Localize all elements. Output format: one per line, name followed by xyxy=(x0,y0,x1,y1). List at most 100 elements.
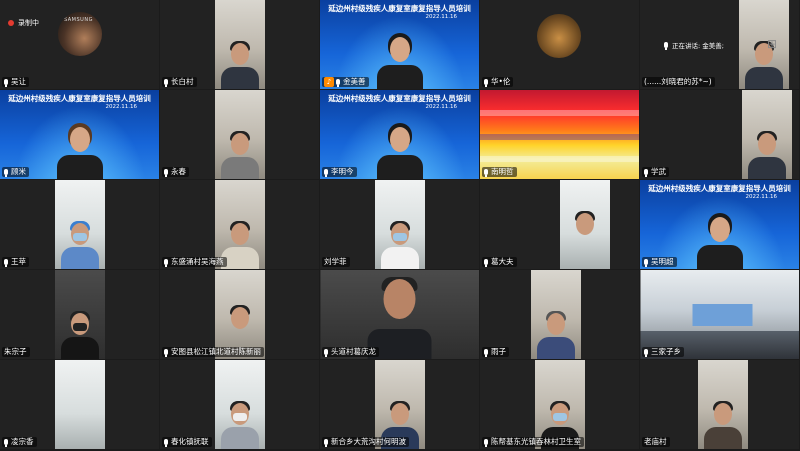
microphone-icon xyxy=(324,169,328,177)
participant-name: 南明哲 xyxy=(491,167,514,176)
participant-tile[interactable]: 朱宗子 xyxy=(0,270,159,359)
recording-indicator: 录制中 xyxy=(8,18,39,28)
participant-name-label: 雨子 xyxy=(482,347,509,357)
gallery-layout-icon[interactable]: ⊞ xyxy=(767,37,777,51)
participant-tile[interactable]: 安图县松江镇北道村陈新丽 xyxy=(160,270,319,359)
microphone-icon xyxy=(4,169,8,177)
participant-tile[interactable]: 雨子 xyxy=(480,270,639,359)
participant-tile[interactable]: 延边州村级残疾人康复室康复指导人员培训 2022.11.16 吴明超 xyxy=(640,180,799,269)
participant-name: 学武 xyxy=(651,167,666,176)
record-dot-icon xyxy=(8,20,14,26)
participant-figure xyxy=(703,401,742,449)
participant-figure xyxy=(220,41,259,89)
participant-name-label: 李明今 xyxy=(322,167,357,177)
participant-tile[interactable]: 正在讲话: 金美善; ⊞ (......刘晓君的苏*~) xyxy=(640,0,799,89)
participant-tile[interactable]: 凌宗香 xyxy=(0,360,159,449)
participant-name: 金美善 xyxy=(343,77,366,86)
participant-figure xyxy=(745,41,784,89)
presentation-banner: 延边州村级残疾人康复室康复指导人员培训 2022.11.16 xyxy=(320,0,479,89)
participant-tile[interactable]: 录制中 SAMSUNG 吴让 xyxy=(0,0,159,89)
banner-title: 延边州村级残疾人康复室康复指导人员培训 xyxy=(8,94,151,103)
participant-tile[interactable]: 长白村 xyxy=(160,0,319,89)
participant-name-label: 葛大夫 xyxy=(482,257,517,267)
participant-name: 东盛涌村吴海燕 xyxy=(171,257,224,266)
participant-tile[interactable]: 华•伦 xyxy=(480,0,639,89)
microphone-icon xyxy=(4,259,8,267)
video-feed xyxy=(214,360,265,449)
video-feed xyxy=(742,90,793,179)
participant-name: 顾米 xyxy=(11,167,26,176)
participant-figure xyxy=(60,311,99,359)
participant-name: (......刘晓君的苏*~) xyxy=(644,77,712,86)
participant-tile[interactable]: 永春 xyxy=(160,90,319,179)
microphone-icon xyxy=(324,439,328,447)
speaking-indicator: 正在讲话: 金美善; xyxy=(664,40,724,50)
participant-tile[interactable]: 头道村葛庆龙 xyxy=(320,270,479,359)
microphone-icon xyxy=(484,169,488,177)
banner-date: 2022.11.16 xyxy=(425,14,458,20)
participant-name-label: 朱宗子 xyxy=(2,347,30,357)
participant-name: 春化镇抚联 xyxy=(171,437,209,446)
participant-name-label: 长白村 xyxy=(162,77,197,87)
video-feed xyxy=(697,360,748,449)
banner-date: 2022.11.16 xyxy=(425,104,458,110)
microphone-icon xyxy=(644,349,648,357)
participant-name-label: 东盛涌村吴海燕 xyxy=(162,257,227,267)
participant-tile[interactable]: 三家子乡 xyxy=(640,270,799,359)
participant-tile[interactable]: 春化镇抚联 xyxy=(160,360,319,449)
video-feed xyxy=(214,180,265,269)
avatar: SAMSUNG xyxy=(58,12,102,56)
participant-figure xyxy=(566,211,604,259)
microphone-icon xyxy=(164,439,168,447)
avatar xyxy=(537,14,581,58)
microphone-icon xyxy=(4,79,8,87)
participant-tile[interactable]: 学武 xyxy=(640,90,799,179)
participant-tile[interactable]: 陈帮基东光镇吞林村卫生室 xyxy=(480,360,639,449)
participant-tile[interactable]: 延边州村级残疾人康复室康复指导人员培训 2022.11.16 ♪ 金美善 xyxy=(320,0,479,89)
video-feed xyxy=(214,270,265,359)
participant-name-label: 三家子乡 xyxy=(642,347,684,357)
participant-tile[interactable]: 延边州村级残疾人康复室康复指导人员培训 2022.11.16 李明今 xyxy=(320,90,479,179)
participant-name: 安图县松江镇北道村陈新丽 xyxy=(171,347,261,356)
participant-tile[interactable]: 东盛涌村吴海燕 xyxy=(160,180,319,269)
video-gallery: 录制中 SAMSUNG 吴让 长白村 延边州村级残疾人康复室康复指导人员培训 2… xyxy=(0,0,800,451)
participant-tile[interactable]: 老庙村 xyxy=(640,360,799,449)
microphone-icon xyxy=(484,259,488,267)
participant-tile[interactable]: 葛大夫 xyxy=(480,180,639,269)
participant-name: 陈帮基东光镇吞林村卫生室 xyxy=(491,437,581,446)
presentation-banner: 延边州村级残疾人康复室康复指导人员培训 2022.11.16 xyxy=(640,180,799,269)
active-speaker-icon: ♪ xyxy=(324,77,334,87)
participant-tile[interactable]: 新合乡大荒沟村何明波 xyxy=(320,360,479,449)
banner-date: 2022.11.16 xyxy=(745,194,778,200)
participant-name: 新合乡大荒沟村何明波 xyxy=(331,437,406,446)
participant-name: 老庙村 xyxy=(644,437,667,446)
participant-name: 朱宗子 xyxy=(4,347,27,356)
video-feed xyxy=(739,0,790,89)
participant-name: 王苹 xyxy=(11,257,26,266)
participant-tile[interactable]: 刘学菲 xyxy=(320,180,479,269)
participant-name-label: 学武 xyxy=(642,167,669,177)
participant-tile[interactable]: 王苹 xyxy=(0,180,159,269)
participant-name-label: 凌宗香 xyxy=(2,437,37,447)
video-feed xyxy=(531,270,582,359)
microphone-icon xyxy=(484,349,488,357)
participant-figure xyxy=(56,121,103,179)
presentation-banner: 延边州村级残疾人康复室康复指导人员培训 2022.11.16 xyxy=(320,90,479,179)
participant-name: 凌宗香 xyxy=(11,437,34,446)
participant-figure xyxy=(696,211,743,269)
microphone-icon xyxy=(644,169,648,177)
participant-name-label: 吴明超 xyxy=(642,257,677,267)
microphone-icon xyxy=(164,169,168,177)
video-feed xyxy=(214,90,265,179)
participant-name-label: 春化镇抚联 xyxy=(162,437,212,447)
video-feed xyxy=(480,90,639,179)
microphone-icon xyxy=(164,79,168,87)
participant-name: 刘学菲 xyxy=(324,257,347,266)
video-feed xyxy=(559,180,610,269)
video-feed xyxy=(54,270,105,359)
participant-tile[interactable]: 延边州村级残疾人康复室康复指导人员培训 2022.11.16 顾米 xyxy=(0,90,159,179)
participant-tile[interactable]: 南明哲 xyxy=(480,90,639,179)
participant-figure xyxy=(220,401,259,449)
microphone-icon xyxy=(484,439,488,447)
microphone-icon xyxy=(4,439,8,447)
